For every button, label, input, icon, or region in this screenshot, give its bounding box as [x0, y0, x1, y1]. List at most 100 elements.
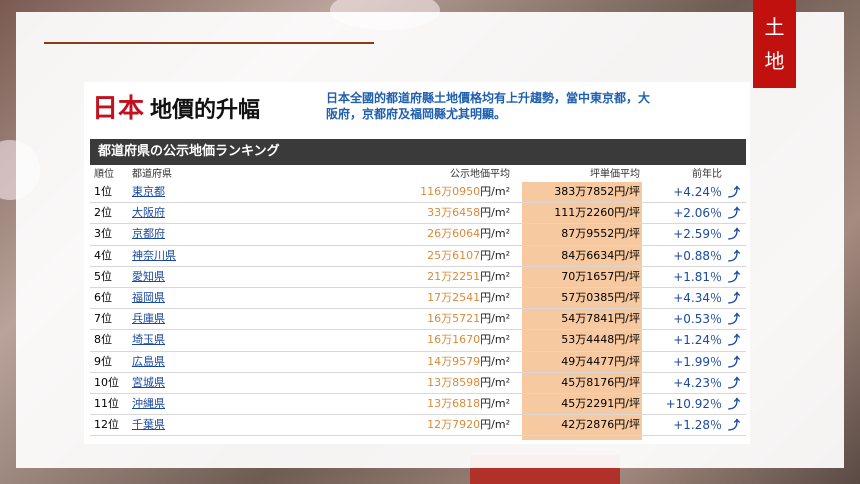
price-unit: 円/m²	[480, 354, 510, 368]
prefecture-link[interactable]: 埼玉県	[132, 330, 165, 350]
table-row: 5位 愛知県 21万2251円/m² 70万1657円/坪 +1.81％ ⤴	[90, 267, 746, 288]
upward-trend-arrow-icon: ⤴	[727, 418, 740, 433]
prefecture-link[interactable]: 京都府	[132, 224, 165, 244]
tsubo-cell: 70万1657円/坪	[561, 269, 640, 283]
rank-cell: 10位	[94, 375, 119, 389]
rank-cell: 9位	[94, 354, 112, 368]
rank-cell: 4位	[94, 248, 112, 262]
table-row: 3位 京都府 26万6064円/m² 87万9552円/坪 +2.59％ ⤴	[90, 224, 746, 246]
tab-char-2: 地	[764, 49, 785, 73]
ranking-image: 日本 地價的升幅 日本全國的都道府縣土地價格均有上升趨勢，當中東京都，大阪府，京都…	[84, 82, 750, 444]
ranking-table: 順位 都道府県 公示地価平均 坪単価平均 前年比 1位 東京都 116万0950円/…	[90, 168, 746, 437]
rank-cell: 11位	[94, 396, 119, 410]
tsubo-cell: 45万8176円/坪	[561, 375, 640, 389]
tsubo-cell: 53万4448円/坪	[561, 333, 640, 347]
change-cell: +1.99％	[673, 354, 722, 369]
change-cell: +1.24％	[673, 333, 722, 348]
prefecture-link[interactable]: 福岡県	[132, 288, 165, 308]
upward-trend-arrow-icon: ⤴	[727, 227, 740, 242]
tsubo-cell: 49万4477円/坪	[561, 354, 640, 368]
change-cell: +4.23％	[673, 375, 722, 390]
description-text: 日本全國的都道府縣土地價格均有上升趨勢，當中東京都，大阪府，京都府及福岡縣尤其明…	[326, 91, 651, 121]
price-cell: 116万0950円/m²	[420, 182, 510, 202]
tsubo-cell: 84万6634円/坪	[561, 248, 640, 262]
price-unit: 円/m²	[480, 248, 510, 262]
prefecture-link[interactable]: 沖縄県	[132, 394, 165, 414]
upward-trend-arrow-icon: ⤴	[727, 312, 740, 327]
prefecture-link[interactable]: 東京都	[132, 182, 165, 202]
price-unit: 円/m²	[480, 185, 510, 198]
change-cell: +0.88％	[673, 248, 722, 263]
section-tab: 土 地	[753, 0, 796, 88]
table-row: 2位 大阪府 33万6458円/m² 111万2260円/坪 +2.06％ ⤴	[90, 203, 746, 225]
price-value: 116万0950	[420, 185, 481, 198]
change-cell: +2.59％	[673, 227, 722, 242]
prefecture-link[interactable]: 千葉県	[132, 415, 165, 435]
tsubo-cell: 87万9552円/坪	[561, 227, 640, 241]
price-cell: 26万6064円/m²	[427, 224, 510, 244]
accent-line	[44, 42, 374, 44]
tsubo-cell: 383万7852円/坪	[554, 185, 640, 198]
table-row: 9位 広島県 14万9579円/m² 49万4477円/坪 +1.99％ ⤴	[90, 352, 746, 373]
change-cell: +4.24％	[673, 185, 722, 199]
price-cell: 21万2251円/m²	[427, 267, 510, 287]
rank-cell: 2位	[94, 206, 112, 220]
price-unit: 円/m²	[480, 227, 510, 241]
slide-title: 日本 地價的升幅	[92, 88, 260, 125]
tsubo-cell: 42万2876円/坪	[561, 418, 640, 432]
price-value: 14万9579	[427, 354, 481, 368]
price-value: 26万6064	[427, 227, 481, 241]
prefecture-link[interactable]: 宮城県	[132, 373, 165, 393]
rank-cell: 3位	[94, 227, 112, 241]
price-cell: 16万1670円/m²	[427, 330, 510, 350]
prefecture-link[interactable]: 広島県	[132, 352, 165, 372]
price-cell: 14万9579円/m²	[427, 352, 510, 372]
tab-char-1: 土	[764, 15, 785, 39]
upward-trend-arrow-icon: ⤴	[727, 396, 740, 411]
upward-trend-arrow-icon: ⤴	[727, 206, 740, 221]
change-cell: +1.28％	[673, 418, 722, 433]
header-prefecture: 都道府県	[132, 169, 172, 180]
header-rank: 順位	[94, 169, 114, 180]
prefecture-link[interactable]: 大阪府	[132, 203, 165, 223]
price-unit: 円/m²	[480, 418, 510, 432]
upward-trend-arrow-icon: ⤴	[727, 185, 740, 199]
price-value: 16万1670	[427, 333, 481, 347]
upward-trend-arrow-icon: ⤴	[727, 248, 740, 263]
upward-trend-arrow-icon: ⤴	[727, 333, 740, 348]
change-cell: +0.53％	[673, 312, 722, 327]
price-cell: 25万6107円/m²	[427, 246, 510, 266]
rank-cell: 1位	[94, 185, 112, 198]
price-value: 21万2251	[427, 269, 481, 283]
upward-trend-arrow-icon: ⤴	[727, 354, 740, 369]
change-cell: +10.92％	[665, 396, 722, 411]
price-value: 25万6107	[427, 248, 481, 262]
price-unit: 円/m²	[480, 396, 510, 410]
table-row: 6位 福岡県 17万2541円/m² 57万0385円/坪 +4.34％ ⤴	[90, 288, 746, 310]
tsubo-cell: 45万2291円/坪	[561, 396, 640, 410]
upward-trend-arrow-icon: ⤴	[727, 269, 740, 284]
tsubo-cell: 54万7841円/坪	[561, 312, 640, 326]
prefecture-link[interactable]: 神奈川県	[132, 246, 176, 266]
table-row: 8位 埼玉県 16万1670円/m² 53万4448円/坪 +1.24％ ⤴	[90, 330, 746, 352]
header-tsubo: 坪単価平均	[590, 169, 640, 180]
header-price: 公示地価平均	[450, 169, 510, 180]
table-row: 7位 兵庫県 16万5721円/m² 54万7841円/坪 +0.53％ ⤴	[90, 309, 746, 331]
price-unit: 円/m²	[480, 375, 510, 389]
rank-cell: 8位	[94, 333, 112, 347]
ranking-title: 都道府県の公示地価ランキング	[90, 139, 746, 165]
prefecture-link[interactable]: 愛知県	[132, 267, 165, 287]
table-header-row: 順位 都道府県 公示地価平均 坪単価平均 前年比	[90, 168, 746, 182]
rank-cell: 6位	[94, 290, 112, 304]
price-value: 13万8598	[427, 375, 481, 389]
price-cell: 13万6818円/m²	[427, 394, 510, 414]
price-value: 17万2541	[427, 290, 481, 304]
price-unit: 円/m²	[480, 312, 510, 326]
table-row: 12位 千葉県 12万7920円/m² 42万2876円/坪 +1.28％ ⤴	[90, 415, 746, 437]
upward-trend-arrow-icon: ⤴	[727, 290, 740, 305]
prefecture-link[interactable]: 兵庫県	[132, 309, 165, 329]
change-cell: +1.81％	[673, 269, 722, 284]
table-row: 4位 神奈川県 25万6107円/m² 84万6634円/坪 +0.88％ ⤴	[90, 246, 746, 267]
price-cell: 16万5721円/m²	[427, 309, 510, 329]
rank-cell: 7位	[94, 312, 112, 326]
